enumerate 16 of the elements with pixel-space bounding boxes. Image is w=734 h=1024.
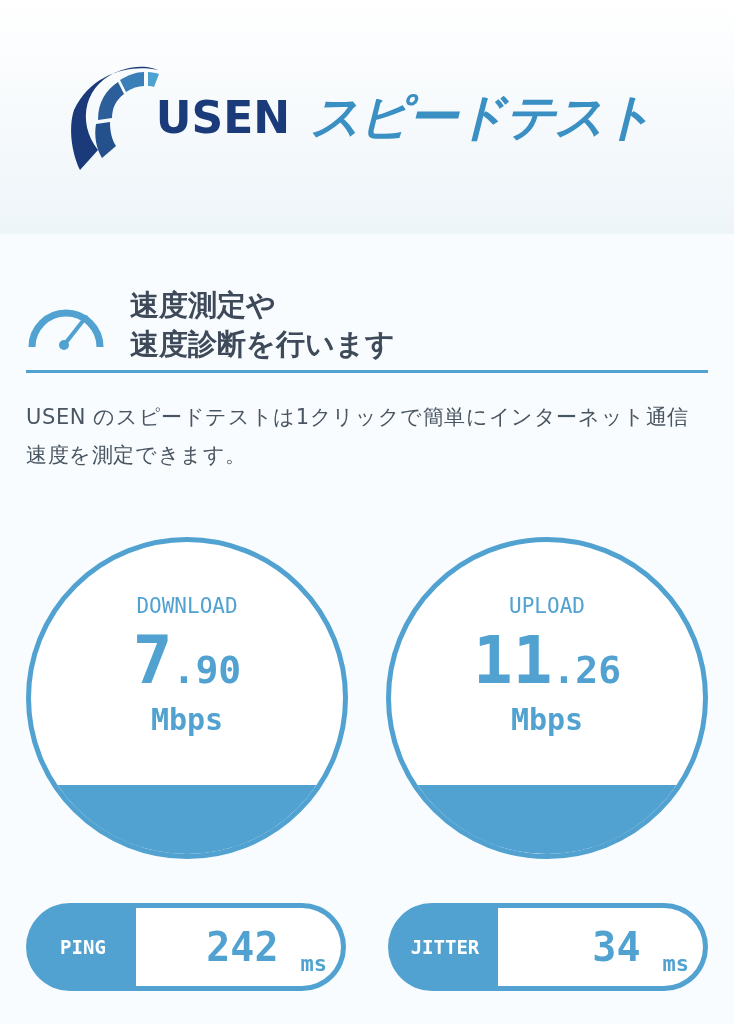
stat-value: 242 — [206, 923, 279, 970]
speed-unit: Mbps — [510, 701, 584, 737]
logo-brand: USEN — [155, 91, 291, 143]
stat-unit: ms — [300, 950, 327, 976]
speed-value: 7.90 — [132, 627, 242, 694]
speed-value: 11.26 — [472, 627, 622, 694]
gauge-label: DOWNLOAD — [136, 593, 238, 618]
gauge-label: UPLOAD — [509, 593, 585, 618]
stat-value: 34 — [592, 923, 641, 970]
stat-unit: ms — [662, 950, 689, 976]
speed-unit: Mbps — [150, 701, 224, 737]
section-title: 速度測定や 速度診断を行います — [130, 287, 395, 364]
logo-product: スピードテスト — [310, 86, 653, 148]
description: USEN のスピードテストは1クリックで簡単にインターネット通信速度を測定できます。 — [26, 404, 690, 470]
stat-label: JITTER — [409, 934, 481, 960]
stat-label: PING — [59, 934, 107, 960]
